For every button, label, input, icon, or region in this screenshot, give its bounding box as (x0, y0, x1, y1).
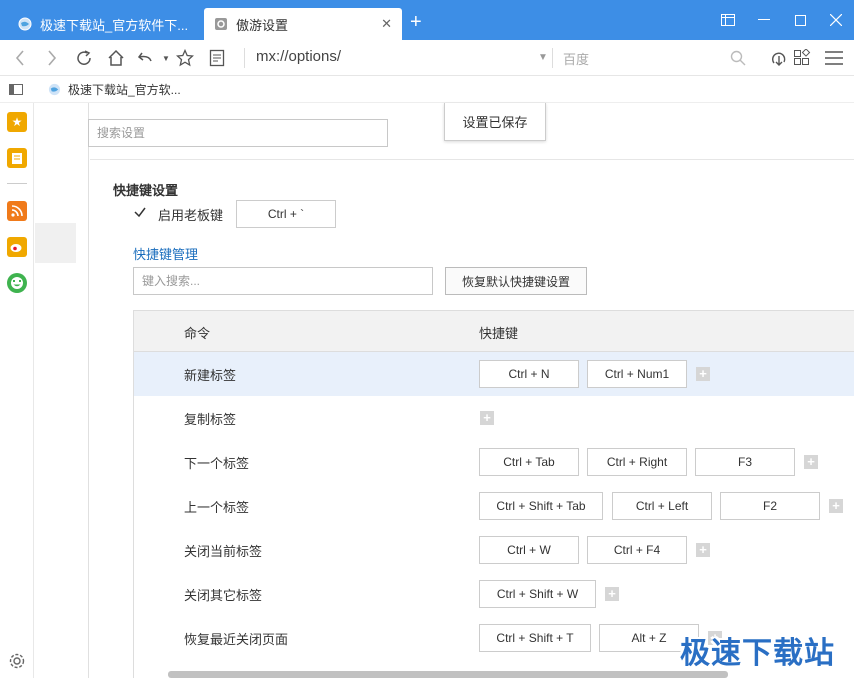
command-label: 下一个标签 (184, 456, 250, 471)
rss-icon[interactable] (7, 201, 27, 221)
table-row[interactable]: 关闭当前标签 Ctrl + W Ctrl + F4 + (134, 528, 854, 572)
shortcut-key[interactable]: Ctrl + Shift + W (479, 580, 596, 608)
saved-notification: 设置已保存 (444, 103, 546, 141)
column-command: 命令 (184, 326, 211, 341)
add-shortcut-icon[interactable]: + (605, 587, 619, 601)
forward-icon[interactable] (42, 48, 62, 68)
tab-title: 极速下载站_官方软件下... (40, 17, 189, 33)
settings-icon (215, 18, 227, 30)
add-shortcut-icon[interactable]: + (804, 455, 818, 469)
sidebar-toggle-icon[interactable] (710, 0, 746, 40)
shortcut-table: 命令 快捷键 新建标签 Ctrl + N Ctrl + Num1 + 复制标签 … (133, 310, 854, 678)
settings-search-input[interactable]: 搜索设置 (88, 119, 388, 147)
window-controls (710, 0, 854, 40)
shortcut-key[interactable]: Ctrl + N (479, 360, 579, 388)
add-shortcut-icon[interactable]: + (480, 411, 494, 425)
shortcut-key[interactable]: Ctrl + Num1 (587, 360, 687, 388)
gear-icon[interactable] (8, 652, 26, 670)
refresh-icon[interactable] (74, 48, 94, 68)
close-tab-icon[interactable]: ✕ (381, 16, 392, 32)
shortcut-key[interactable]: Ctrl + Shift + T (479, 624, 591, 652)
command-label: 关闭其它标签 (184, 588, 263, 603)
shortcut-key[interactable]: F3 (695, 448, 795, 476)
side-panel: ★ (0, 103, 34, 678)
tab-download-site[interactable]: 极速下载站_官方软件下... (8, 8, 204, 40)
close-window-icon[interactable] (818, 0, 854, 40)
globe-icon (48, 83, 61, 96)
command-label: 新建标签 (184, 368, 237, 383)
bookmarks-bar: 极速下载站_官方软... (0, 76, 854, 103)
shortcut-key[interactable]: Ctrl + Tab (479, 448, 579, 476)
shortcut-manage-title: 快捷键管理 (133, 247, 199, 262)
shortcut-key[interactable]: Ctrl + Right (587, 448, 687, 476)
back-icon[interactable] (10, 48, 30, 68)
search-icon[interactable] (728, 48, 748, 68)
options-nav-selected[interactable] (35, 223, 76, 263)
address-bar[interactable]: mx://options/ (256, 48, 341, 65)
table-row[interactable]: 下一个标签 Ctrl + Tab Ctrl + Right F3 + (134, 440, 854, 484)
side-divider (7, 183, 27, 184)
home-icon[interactable] (106, 48, 126, 68)
command-label: 关闭当前标签 (184, 544, 263, 559)
apps-icon[interactable] (792, 48, 812, 68)
boss-key-checkbox[interactable] (133, 205, 147, 219)
boss-key-label: 启用老板键 (158, 208, 224, 223)
command-label: 复制标签 (184, 412, 237, 427)
cloud-sync-icon[interactable] (769, 48, 789, 68)
title-bar: 极速下载站_官方软件下... 傲游设置 ✕ + (0, 0, 854, 40)
address-separator (244, 48, 245, 68)
undo-dropdown-icon[interactable]: ▼ (156, 48, 176, 68)
shortcut-key[interactable]: Ctrl + W (479, 536, 579, 564)
add-shortcut-icon[interactable]: + (829, 499, 843, 513)
undo-icon[interactable] (136, 48, 156, 68)
sidebar-panel-toggle-icon[interactable] (9, 84, 23, 95)
minimize-icon[interactable] (746, 0, 782, 40)
column-shortcut: 快捷键 (479, 326, 519, 341)
boss-key-field[interactable]: Ctrl + ` (236, 200, 336, 228)
shortcut-key[interactable]: Ctrl + Shift + Tab (479, 492, 603, 520)
bookmark-label: 极速下载站_官方软... (68, 83, 181, 97)
shortcut-search-input[interactable]: 键入搜索... (133, 267, 433, 295)
table-header: 命令 快捷键 (134, 310, 854, 352)
section-title: 快捷键设置 (113, 183, 179, 198)
options-nav (35, 103, 89, 678)
smile-icon[interactable] (7, 273, 27, 293)
address-dropdown-icon[interactable]: ▼ (538, 52, 548, 63)
command-label: 恢复最近关闭页面 (184, 632, 289, 647)
table-row[interactable]: 复制标签 + (134, 396, 854, 440)
table-row[interactable]: 关闭其它标签 Ctrl + Shift + W + (134, 572, 854, 616)
search-separator (552, 48, 553, 68)
menu-icon[interactable] (824, 48, 844, 68)
maximize-icon[interactable] (782, 0, 818, 40)
horizontal-scrollbar[interactable] (168, 671, 728, 678)
shortcut-key[interactable]: F2 (720, 492, 820, 520)
note-icon[interactable] (7, 148, 27, 168)
shortcut-key[interactable]: Ctrl + F4 (587, 536, 687, 564)
reader-icon[interactable] (207, 48, 227, 68)
table-row[interactable]: 上一个标签 Ctrl + Shift + Tab Ctrl + Left F2 … (134, 484, 854, 528)
add-shortcut-icon[interactable]: + (696, 367, 710, 381)
restore-defaults-button[interactable]: 恢复默认快捷键设置 (445, 267, 587, 295)
tab-maxthon-settings[interactable]: 傲游设置 ✕ (204, 8, 402, 40)
bookmark-item[interactable]: 极速下载站_官方软... (48, 81, 181, 98)
navigation-toolbar: ▼ mx://options/ ▼ 百度 (0, 40, 854, 76)
weibo-icon[interactable] (7, 237, 27, 257)
star-icon[interactable] (175, 48, 195, 68)
table-row[interactable]: 新建标签 Ctrl + N Ctrl + Num1 + (134, 352, 854, 396)
add-shortcut-icon[interactable]: + (696, 543, 710, 557)
options-main: 搜索设置 设置已保存 快捷键设置 启用老板键 Ctrl + ` 快捷键管理 键入… (88, 103, 854, 678)
new-tab-button[interactable]: + (410, 12, 422, 32)
globe-icon (18, 17, 32, 31)
tab-title: 傲游设置 (236, 17, 289, 33)
shortcut-key[interactable]: Ctrl + Left (612, 492, 712, 520)
search-input[interactable]: 百度 (563, 49, 589, 68)
watermark-logo: 极速下载站 (680, 636, 835, 671)
command-label: 上一个标签 (184, 500, 250, 515)
star-icon[interactable]: ★ (7, 112, 27, 132)
divider (90, 159, 854, 160)
